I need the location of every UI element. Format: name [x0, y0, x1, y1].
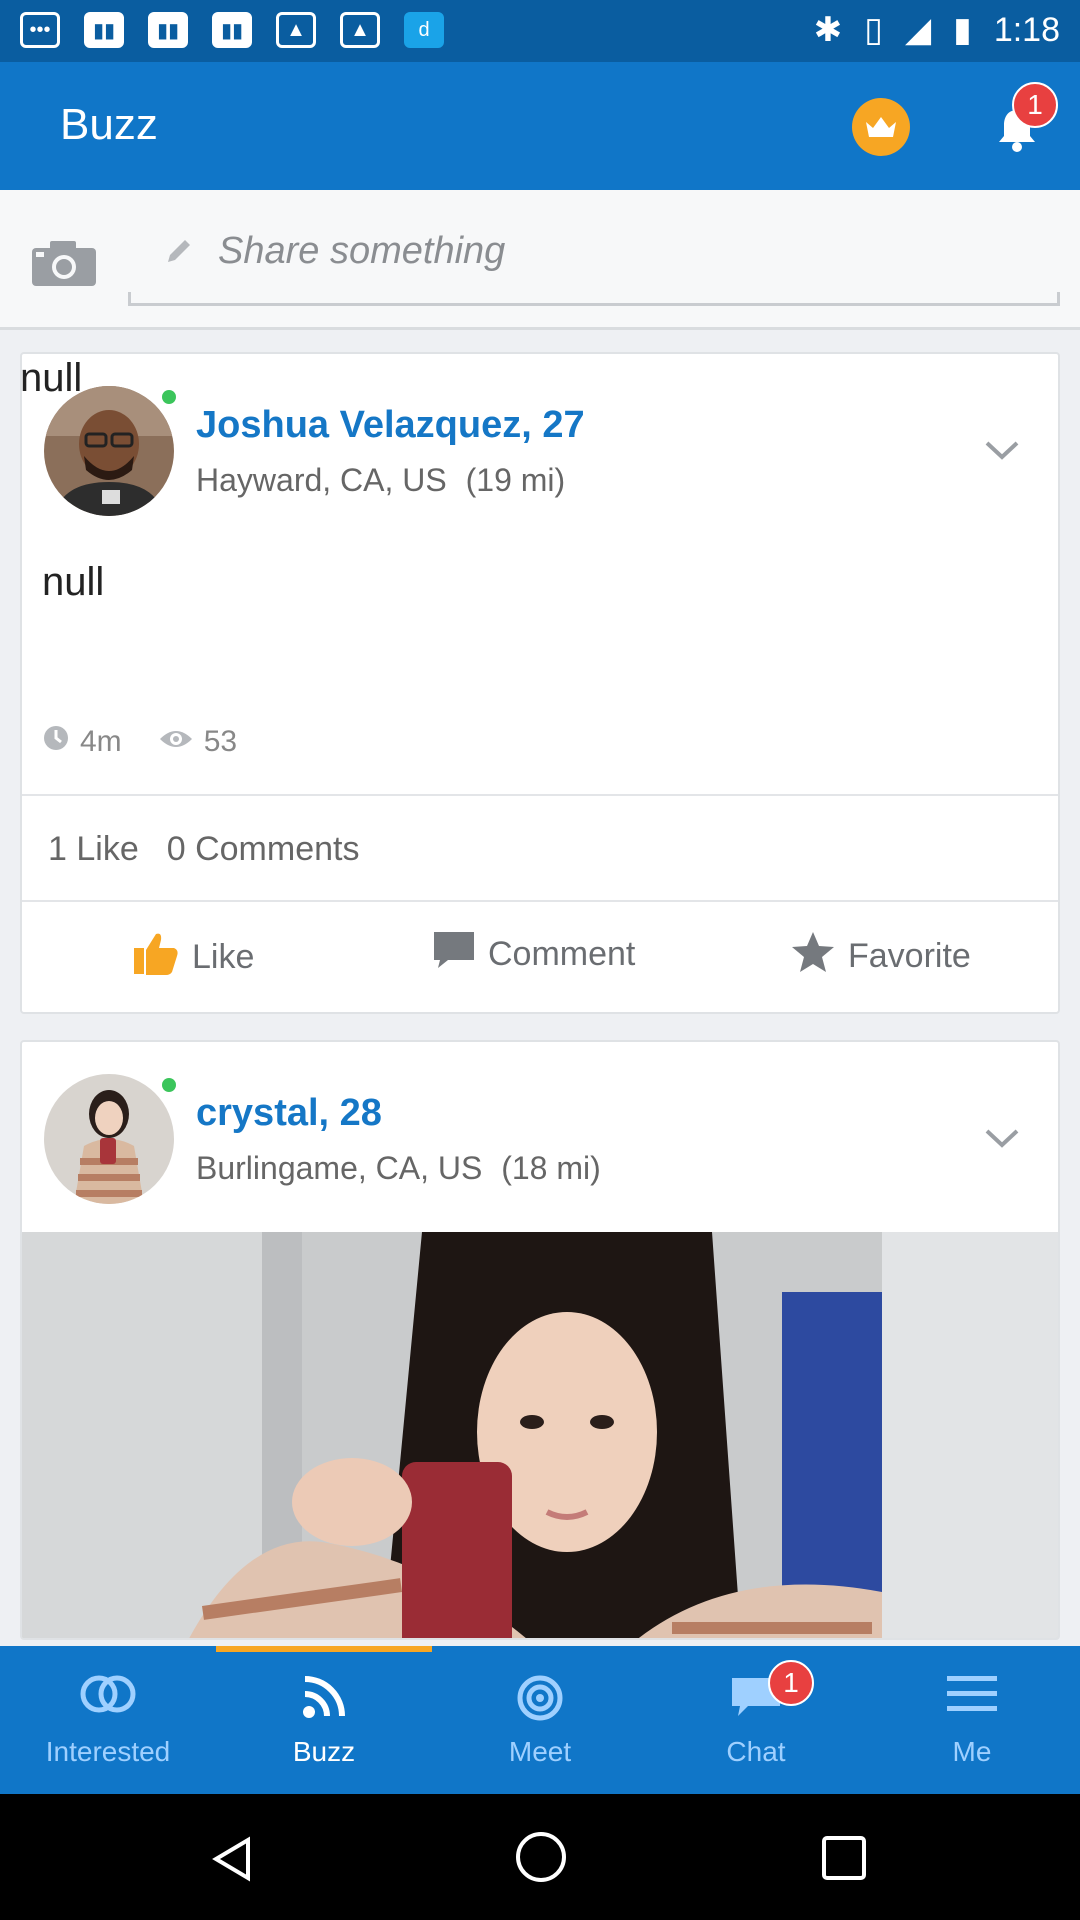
- tab-me[interactable]: Me: [864, 1646, 1080, 1794]
- online-indicator: [162, 1078, 176, 1092]
- interested-icon: [77, 1674, 139, 1719]
- user-location: Hayward, CA, US (19 mi): [196, 462, 565, 499]
- post-card: crystal, 28 Burlingame, CA, US (18 mi): [20, 1040, 1060, 1640]
- post-card: null Joshua Velazquez, 27 Hayward, CA, U…: [20, 352, 1060, 1014]
- chevron-down-icon[interactable]: [984, 1128, 1020, 1155]
- like-label: Like: [192, 938, 255, 976]
- distance-text: (18 mi): [501, 1150, 601, 1186]
- comment-button[interactable]: Comment: [432, 930, 635, 979]
- home-icon[interactable]: [514, 1830, 568, 1889]
- share-placeholder: Share something: [218, 230, 506, 272]
- app-d-icon: d: [404, 12, 444, 48]
- battery-icon: ▮: [953, 11, 972, 49]
- user-name[interactable]: Joshua Velazquez, 27: [196, 404, 585, 447]
- distance-text: (19 mi): [465, 462, 566, 498]
- comment-label: Comment: [488, 935, 636, 973]
- post-actions: Like Comment Favorite: [22, 902, 1058, 1012]
- star-icon: [790, 930, 836, 983]
- tab-label: Me: [952, 1736, 992, 1767]
- post-meta: 4m 53: [42, 724, 237, 760]
- tab-interested[interactable]: Interested: [0, 1646, 216, 1794]
- recents-icon[interactable]: [820, 1834, 868, 1887]
- tab-label: Chat: [726, 1736, 786, 1767]
- gallery-icon-2: ▲: [340, 12, 380, 48]
- app-bar: Buzz 1: [0, 62, 1080, 190]
- post-top-text: null: [20, 356, 83, 400]
- pencil-icon: [164, 236, 194, 271]
- image-icon-2: ▮▮: [148, 12, 188, 48]
- like-count[interactable]: 1 Like: [48, 830, 139, 869]
- view-count: 53: [203, 725, 238, 758]
- like-button[interactable]: Like: [132, 930, 254, 985]
- vibrate-icon: ▯: [864, 11, 883, 49]
- favorite-label: Favorite: [848, 937, 971, 975]
- eye-icon: [158, 725, 194, 759]
- notification-badge: 1: [1012, 82, 1058, 128]
- avatar[interactable]: [44, 1074, 174, 1204]
- system-nav-bar: [0, 1794, 1080, 1920]
- message-icon: •••: [20, 12, 60, 48]
- share-bar: Share something: [0, 190, 1080, 330]
- post-photo[interactable]: [22, 1232, 1058, 1638]
- tab-meet[interactable]: Meet: [432, 1646, 648, 1794]
- gallery-icon: ▲: [276, 12, 316, 48]
- avatar[interactable]: [44, 386, 174, 516]
- camera-icon[interactable]: [30, 238, 98, 293]
- post-text: null: [42, 560, 105, 604]
- image-icon-3: ▮▮: [212, 12, 252, 48]
- location-text: Burlingame, CA, US: [196, 1150, 483, 1186]
- favorite-button[interactable]: Favorite: [790, 930, 971, 983]
- tab-label: Meet: [508, 1736, 572, 1767]
- target-icon: [516, 1674, 564, 1727]
- comment-icon: [432, 930, 476, 979]
- clock-icon: [42, 724, 70, 760]
- chat-badge: 1: [768, 1660, 814, 1706]
- bluetooth-icon: ✱: [813, 11, 843, 49]
- back-icon[interactable]: [208, 1834, 258, 1889]
- post-age: 4m: [80, 725, 122, 758]
- share-input[interactable]: Share something: [128, 218, 1060, 306]
- menu-icon: [947, 1674, 997, 1719]
- rss-icon: [301, 1674, 347, 1725]
- tab-buzz[interactable]: Buzz: [216, 1646, 432, 1794]
- user-name[interactable]: crystal, 28: [196, 1092, 382, 1135]
- clock: 1:18: [993, 10, 1060, 49]
- location-text: Hayward, CA, US: [196, 462, 447, 498]
- comment-count[interactable]: 0 Comments: [167, 830, 360, 869]
- online-indicator: [162, 390, 176, 404]
- signal-icon: ◢: [904, 11, 932, 49]
- thumbs-up-icon: [132, 930, 180, 985]
- bottom-nav: Interested Buzz Meet Chat 1 Me: [0, 1646, 1080, 1794]
- tab-label: Buzz: [292, 1736, 356, 1767]
- tab-chat[interactable]: Chat: [648, 1646, 864, 1794]
- user-location: Burlingame, CA, US (18 mi): [196, 1150, 601, 1187]
- status-bar: ••• ▮▮ ▮▮ ▮▮ ▲ ▲ d ✱ ▯ ◢ ▮ 1:18: [0, 0, 1080, 62]
- divider: [22, 794, 1058, 796]
- image-icon: ▮▮: [84, 12, 124, 48]
- page-title: Buzz: [60, 100, 158, 149]
- post-counts: 1 Like 0 Comments: [48, 830, 359, 869]
- chevron-down-icon[interactable]: [984, 440, 1020, 467]
- tab-label: Interested: [45, 1736, 171, 1767]
- crown-icon[interactable]: [852, 98, 910, 156]
